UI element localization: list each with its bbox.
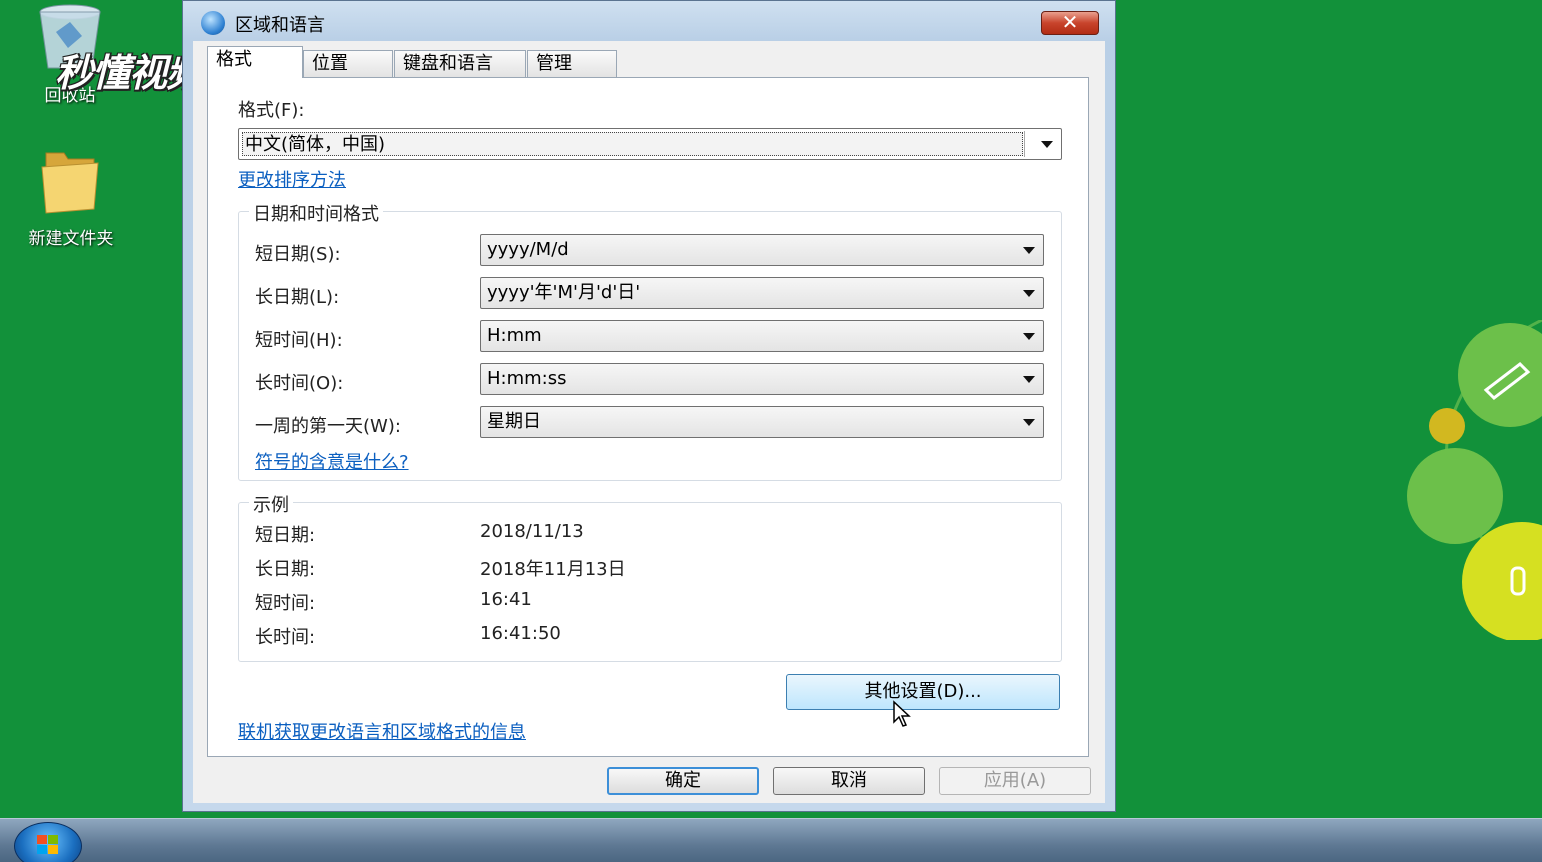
short-date-value: yyyy/M/d <box>487 239 569 260</box>
new-folder-icon[interactable]: 新建文件夹 <box>8 145 134 249</box>
apply-button[interactable]: 应用(A) <box>939 767 1091 795</box>
chevron-down-icon <box>1023 247 1035 254</box>
short-time-select[interactable]: H:mm <box>480 320 1044 352</box>
change-sort-link[interactable]: 更改排序方法 <box>238 166 346 192</box>
first-day-value: 星期日 <box>487 411 541 432</box>
example-long-time-value: 16:41:50 <box>480 623 561 644</box>
new-folder-label: 新建文件夹 <box>28 229 114 249</box>
long-time-value: H:mm:ss <box>487 368 567 389</box>
chevron-down-icon <box>1041 141 1053 148</box>
title-bar[interactable]: 区域和语言 ✕ <box>183 1 1115 41</box>
example-short-time-label: 短时间: <box>255 593 316 614</box>
mouse-cursor-icon <box>893 700 911 727</box>
example-long-date-value: 2018年11月13日 <box>480 559 626 580</box>
long-time-select[interactable]: H:mm:ss <box>480 363 1044 395</box>
window-title: 区域和语言 <box>235 15 325 36</box>
tab-formats[interactable]: 格式 <box>207 46 303 78</box>
example-long-time-label: 长时间: <box>255 627 316 648</box>
chevron-down-icon <box>1023 290 1035 297</box>
example-short-date-label: 短日期: <box>255 525 316 546</box>
windows-logo-icon <box>37 835 59 855</box>
tab-location[interactable]: 位置 <box>303 50 393 77</box>
ok-button[interactable]: 确定 <box>607 767 759 795</box>
long-date-label: 长日期(L): <box>255 287 340 308</box>
region-language-dialog: 区域和语言 ✕ 位置 键盘和语言 管理 格式(F): 中文(简体，中国) 更改排… <box>182 0 1116 812</box>
symbols-meaning-link[interactable]: 符号的含意是什么? <box>255 448 409 474</box>
long-date-select[interactable]: yyyy'年'M'月'd'日' <box>480 277 1044 309</box>
example-long-date-label: 长日期: <box>255 559 316 580</box>
combo-divider <box>1024 131 1025 157</box>
example-short-date-value: 2018/11/13 <box>480 521 584 542</box>
dialog-client-area: 位置 键盘和语言 管理 格式(F): 中文(简体，中国) 更改排序方法 日期和时… <box>193 41 1105 803</box>
watermark-logo: 秒懂视频 <box>55 51 204 95</box>
long-date-value: yyyy'年'M'月'd'日' <box>487 282 641 303</box>
short-date-label: 短日期(S): <box>255 244 341 265</box>
format-label: 格式(F): <box>238 100 305 121</box>
long-time-label: 长时间(O): <box>255 373 344 394</box>
format-select-value: 中文(简体，中国) <box>242 132 1023 156</box>
short-date-select[interactable]: yyyy/M/d <box>480 234 1044 266</box>
short-time-value: H:mm <box>487 325 542 346</box>
decor-vine-icon <box>1407 320 1542 640</box>
tab-keyboard-languages[interactable]: 键盘和语言 <box>394 50 526 77</box>
first-day-select[interactable]: 星期日 <box>480 406 1044 438</box>
close-button[interactable]: ✕ <box>1041 11 1099 35</box>
folder-icon <box>41 152 99 214</box>
chevron-down-icon <box>1023 333 1035 340</box>
tab-administrative[interactable]: 管理 <box>527 50 617 77</box>
chevron-down-icon <box>1023 419 1035 426</box>
online-info-link[interactable]: 联机获取更改语言和区域格式的信息 <box>238 718 526 744</box>
cancel-button[interactable]: 取消 <box>773 767 925 795</box>
short-time-label: 短时间(H): <box>255 330 343 351</box>
tab-panel-formats: 格式(F): 中文(简体，中国) 更改排序方法 日期和时间格式 短日期(S): … <box>207 77 1089 757</box>
taskbar <box>0 818 1542 862</box>
examples-group: 示例 短日期: 2018/11/13 长日期: 2018年11月13日 短时间:… <box>238 491 1062 662</box>
first-day-label: 一周的第一天(W): <box>255 416 401 437</box>
chevron-down-icon <box>1023 376 1035 383</box>
start-button[interactable] <box>14 822 82 862</box>
datetime-format-group: 日期和时间格式 短日期(S): yyyy/M/d 长日期(L): yyyy'年'… <box>238 200 1062 481</box>
examples-group-title: 示例 <box>249 491 293 517</box>
datetime-group-title: 日期和时间格式 <box>249 200 383 226</box>
globe-icon <box>201 11 225 35</box>
additional-settings-button[interactable]: 其他设置(D)... <box>786 674 1060 710</box>
format-select[interactable]: 中文(简体，中国) <box>238 128 1062 160</box>
example-short-time-value: 16:41 <box>480 589 532 610</box>
